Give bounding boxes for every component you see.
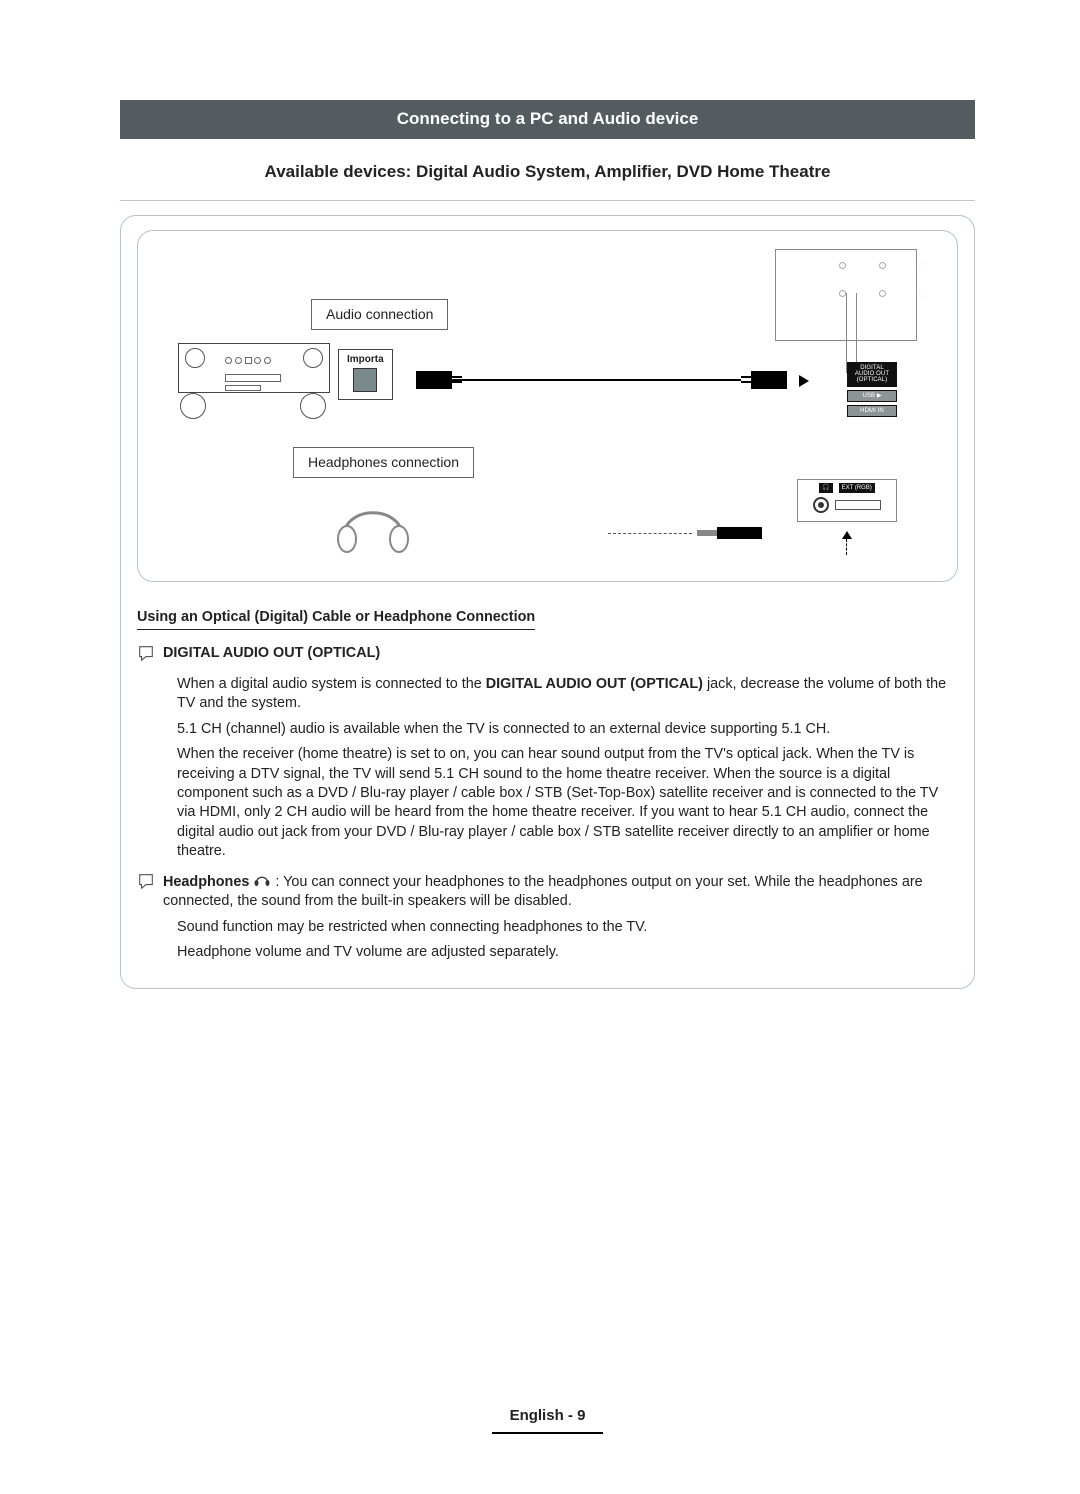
port-hdmi-in: HDMI IN [847,405,897,417]
bullet-text: Sound function may be restricted when co… [177,918,958,937]
text: When a digital audio system is connected… [177,676,486,692]
headphones-glyph-icon [253,872,271,892]
headphones-note-line: Headphones : You can connect your headph… [163,872,958,912]
port-digital-audio-out: DIGITAL AUDIO OUT (OPTICAL) [847,362,897,387]
note-icon [137,644,155,668]
headphone-jack-icon [813,497,829,513]
connection-diagram: Audio connection Importa [137,230,958,582]
digital-audio-bullets: When a digital audio system is connected… [177,675,958,862]
digital-audio-heading: DIGITAL AUDIO OUT (OPTICAL) [163,644,380,668]
note-icon [137,872,155,912]
arrow-right-icon [799,375,809,387]
audio-connection-label: Audio connection [311,299,448,330]
optical-cable-icon [416,371,787,389]
bullet-text: When a digital audio system is connected… [177,675,958,714]
headphones-connection-label: Headphones connection [293,447,474,478]
headphones-icon [333,489,413,555]
importa-tag: Importa [338,349,393,400]
bullet-text: 5.1 CH (channel) audio is available when… [177,720,958,739]
section-title: Connecting to a PC and Audio device [120,100,975,139]
bullet-text: Headphone volume and TV volume are adjus… [177,943,958,962]
footer-sep: - [564,1407,577,1424]
headphone-port-chip: 🎧 [819,483,832,493]
importa-label: Importa [347,353,384,367]
text-strong: DIGITAL AUDIO OUT (OPTICAL) [486,676,703,692]
headphones-note: Headphones : You can connect your headph… [137,872,958,912]
footer-lang: English [510,1407,564,1424]
port-ext-rgb: EXT (RGB) [839,483,875,493]
manual-page: Connecting to a PC and Audio device Avai… [0,0,1080,1494]
available-devices-subtitle: Available devices: Digital Audio System,… [120,161,975,201]
page-footer: English - 9 [120,1376,975,1434]
headphones-heading: Headphones [163,874,249,890]
digital-audio-note: DIGITAL AUDIO OUT (OPTICAL) [137,644,958,668]
amplifier-icon [178,343,330,393]
headphone-plug-icon [608,527,762,539]
using-heading: Using an Optical (Digital) Cable or Head… [137,608,535,630]
bullet-text: When the receiver (home theatre) is set … [177,745,958,862]
port-usb: USB ▶ [847,390,897,402]
ext-rgb-slot-icon [835,500,881,510]
amplifier-speakers-icon [178,393,328,419]
tv-side-port-block: 🎧 EXT (RGB) [797,479,897,522]
arrow-up-icon [842,531,852,539]
body-text: Using an Optical (Digital) Cable or Head… [137,608,958,963]
footer-page-number: 9 [577,1407,585,1424]
content-panel: Audio connection Importa [120,215,975,990]
tv-port-stack: DIGITAL AUDIO OUT (OPTICAL) USB ▶ HDMI I… [847,359,897,420]
headphones-lead-text: : You can connect your headphones to the… [163,874,923,909]
footer-text: English - 9 [492,1406,604,1434]
headphones-bullets: Sound function may be restricted when co… [177,918,958,963]
